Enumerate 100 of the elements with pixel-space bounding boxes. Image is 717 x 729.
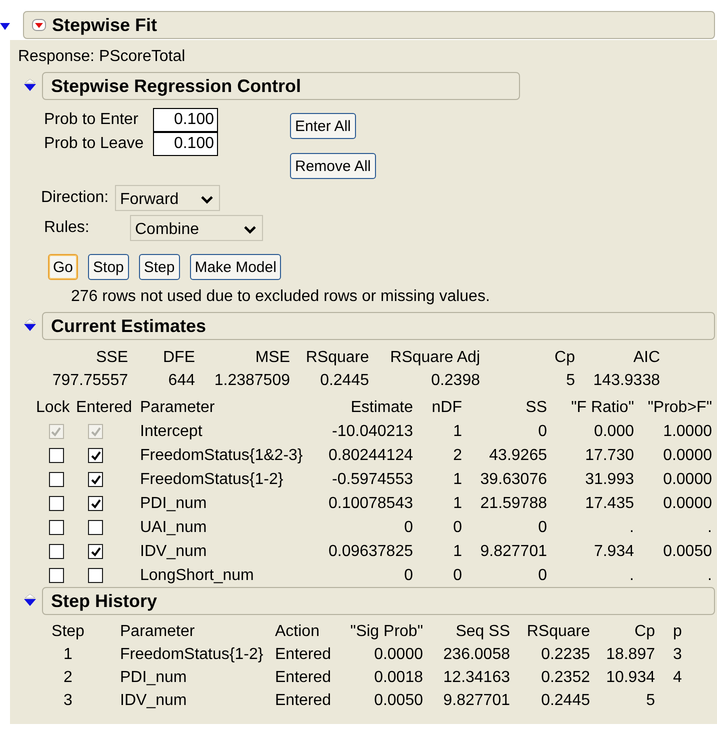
table-cell-text: 0 [403, 518, 413, 537]
table-cell-text: 0.2352 [540, 669, 590, 687]
action-button[interactable]: Go [48, 254, 78, 280]
field-label: Prob to Enter [44, 111, 140, 129]
disclosure-icon[interactable] [24, 594, 36, 608]
column-header: Step [50, 623, 86, 641]
input-field[interactable]: 0.100 [153, 108, 218, 132]
checkbox[interactable] [48, 472, 64, 487]
table-cell-text: 0.0000 [662, 494, 712, 513]
table-cell-text: 1 [452, 542, 462, 561]
table-cell-text: 0 [537, 518, 547, 537]
column-header: SS [524, 398, 547, 417]
table-cell-text: 17.730 [584, 446, 634, 465]
checkbox[interactable] [88, 520, 103, 535]
checkbox[interactable] [88, 472, 103, 487]
column-header: Action [275, 623, 320, 641]
column-header: Lock [36, 398, 71, 417]
dropdown[interactable]: Combine [130, 215, 263, 241]
dropdown[interactable]: Forward [115, 185, 220, 211]
dropdown-label: Rules: [44, 219, 90, 237]
report-header[interactable]: Stepwise Fit [23, 11, 715, 39]
column-header: DFE [162, 349, 195, 367]
column-header: RSquare Adj [389, 349, 480, 367]
table-cell-text: 43.9265 [488, 446, 547, 465]
action-button[interactable]: Make Model [190, 254, 282, 280]
disclosure-icon[interactable] [24, 79, 36, 93]
table-cell-text: Entered [275, 669, 332, 687]
menu-caret-icon[interactable] [32, 19, 46, 31]
table-cell-text: 236.0058 [442, 646, 510, 664]
table-cell-text: PDI_num [139, 494, 208, 513]
checkbox[interactable] [88, 568, 103, 583]
table-cell-text: 5 [565, 372, 575, 390]
section-title: Step History [51, 590, 158, 612]
table-cell-text: 17.435 [584, 494, 634, 513]
table-cell-text: 10.934 [605, 669, 655, 687]
action-button[interactable]: Remove All [290, 153, 376, 179]
checkbox[interactable] [48, 448, 64, 463]
column-header: nDF [430, 398, 462, 417]
table-cell-text: 3 [62, 692, 74, 710]
column-header: Seq SS [454, 623, 510, 641]
chevron-down-icon [244, 226, 256, 234]
table-cell-text: 0.2235 [540, 646, 590, 664]
table-cell-text: 0.2398 [430, 372, 480, 390]
table-cell-text: 0 [537, 566, 547, 585]
column-header: Parameter [119, 623, 196, 641]
column-header: Entered [76, 398, 134, 417]
checkbox[interactable] [88, 544, 103, 559]
action-button[interactable]: Stop [88, 254, 129, 280]
action-button[interactable]: Enter All [290, 113, 356, 139]
column-header: "Sig Prob" [350, 623, 423, 641]
status-note: 276 rows not used due to excluded rows or missing values. [70, 287, 491, 307]
table-cell-text: FreedomStatus{1-2} [139, 470, 284, 489]
table-cell-text: 0 [403, 566, 413, 585]
table-cell-text: LongShort_num [139, 566, 255, 585]
section-title: Stepwise Regression Control [51, 76, 302, 96]
section-header[interactable]: Stepwise Regression Control [42, 72, 520, 100]
dropdown-label: Direction: [41, 189, 110, 207]
checkbox[interactable] [48, 568, 64, 583]
checkbox[interactable] [48, 520, 64, 535]
column-header: AIC [632, 349, 660, 367]
table-cell-text: 0 [452, 566, 462, 585]
table-cell-text: 0 [452, 518, 462, 537]
checkbox[interactable] [48, 496, 64, 511]
column-header: Estimate [350, 398, 413, 417]
chevron-down-icon [201, 196, 213, 204]
table-cell-text: 39.63076 [479, 470, 547, 489]
report-title: Stepwise Fit [52, 14, 158, 36]
disclosure-icon[interactable] [24, 319, 36, 333]
column-header: p [672, 623, 683, 641]
table-cell-text: 12.34163 [442, 669, 510, 687]
table-cell-text: 2 [62, 669, 74, 687]
table-cell-text: 0.10078543 [327, 494, 413, 513]
action-button[interactable]: Step [138, 254, 180, 280]
table-cell-text: 18.897 [605, 646, 655, 664]
checkbox[interactable] [88, 496, 103, 511]
column-header: Cp [554, 349, 575, 367]
table-cell-text: 1.0000 [662, 422, 712, 441]
table-cell-text: 797.75557 [51, 372, 128, 390]
column-header: RSquare [304, 349, 369, 367]
table-cell-text: FreedomStatus{1-2} [119, 646, 264, 664]
table-cell-text: 3 [672, 646, 683, 664]
table-cell-text: IDV_num [119, 692, 188, 710]
response-label: Response: PScoreTotal [17, 47, 186, 67]
table-cell-text: 9.827701 [479, 542, 547, 561]
table-cell-text: Entered [275, 646, 332, 664]
table-cell-text: UAI_num [139, 518, 208, 537]
checkbox[interactable] [88, 448, 103, 463]
table-cell-text: . [628, 566, 634, 585]
column-header: SSE [94, 349, 128, 367]
table-cell-text: 0.2445 [540, 692, 590, 710]
table-cell-text: 143.9338 [592, 372, 660, 390]
section-header[interactable]: Current Estimates [42, 312, 715, 340]
column-header: "Prob>F" [646, 398, 712, 417]
table-cell-text: 9.827701 [442, 692, 510, 710]
table-cell-text: Intercept [139, 422, 204, 441]
table-cell-text: -0.5974553 [331, 470, 413, 489]
checkbox[interactable] [48, 544, 64, 559]
section-header[interactable]: Step History [42, 587, 715, 615]
input-field[interactable]: 0.100 [153, 132, 218, 156]
table-cell-text: 0.0000 [662, 446, 712, 465]
